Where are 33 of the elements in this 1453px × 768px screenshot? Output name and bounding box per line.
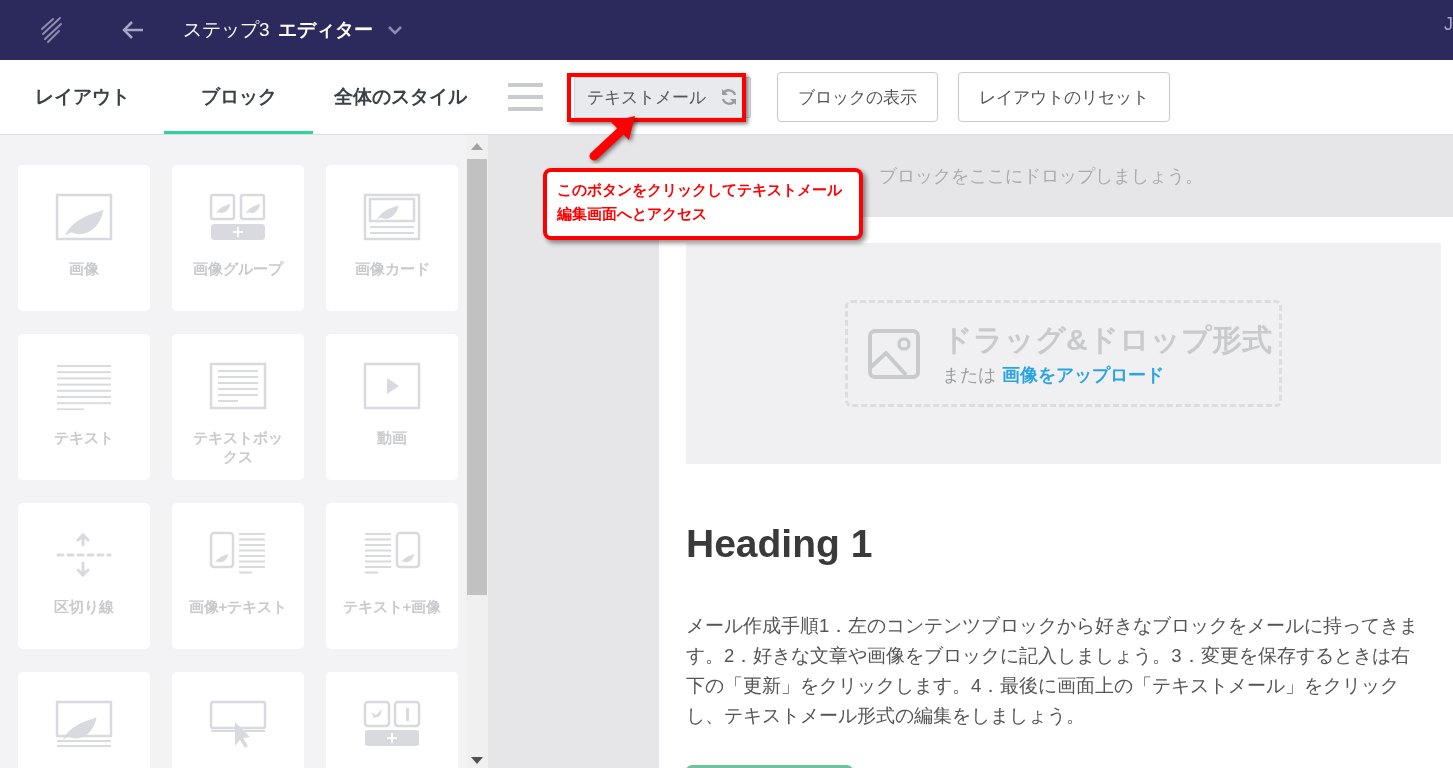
heading: Heading 1 [686,522,874,566]
logo-icon [40,16,64,44]
upload-link[interactable]: 画像をアップロード [1002,363,1164,387]
callout-note: このボタンをクリックしてテキストメール編集画面へとアクセス [543,168,863,240]
menu-icon[interactable] [508,82,543,112]
text-mail-button[interactable]: テキストメール [574,76,751,118]
scroll-down-icon[interactable] [471,757,483,764]
image-block-icon [55,193,113,241]
image-icon [868,328,920,379]
button-block-icon [209,700,267,748]
refresh-icon [720,88,738,106]
user-initial[interactable]: J [1444,14,1453,35]
upload-prefix: または [942,364,996,387]
toolbar-button[interactable]: ブロックの表示 [777,72,938,122]
scroll-up-icon[interactable] [471,143,483,150]
scrollbar-thumb[interactable] [467,159,487,595]
social-block-icon [363,700,421,748]
back-arrow-icon[interactable] [121,20,145,40]
textbox-block-icon [209,362,267,410]
drop-zone-hint: ブロックをここにドロップしましょう。 [878,165,1203,188]
body-paragraph: メール作成手順1．左のコンテンツブロックから好きなブロックをメールに持ってきます。2．好きな文章や画像をブロックに記入しましょう。3．変更を保存するときは右下の「更新」をクリックします。4．最後に画面上の「テキストメール」をクリックし、テキストメール形式の編集をしましょう。 [686,614,1420,728]
image-card-block-icon [363,193,421,241]
toolbar-button[interactable]: レイアウトのリセット [958,72,1170,122]
tab[interactable]: レイアウト [0,60,164,134]
image-group-block-icon [209,193,267,241]
tab[interactable]: 全体のスタイル [313,60,488,134]
divider-block-icon [55,531,113,579]
step-label: ステップ3 [183,18,270,42]
chevron-down-icon[interactable] [386,25,403,35]
image-caption-block-icon [55,700,113,748]
editor-title: エディター [277,18,373,42]
text-block-icon [55,362,113,410]
video-block-icon [363,362,421,410]
